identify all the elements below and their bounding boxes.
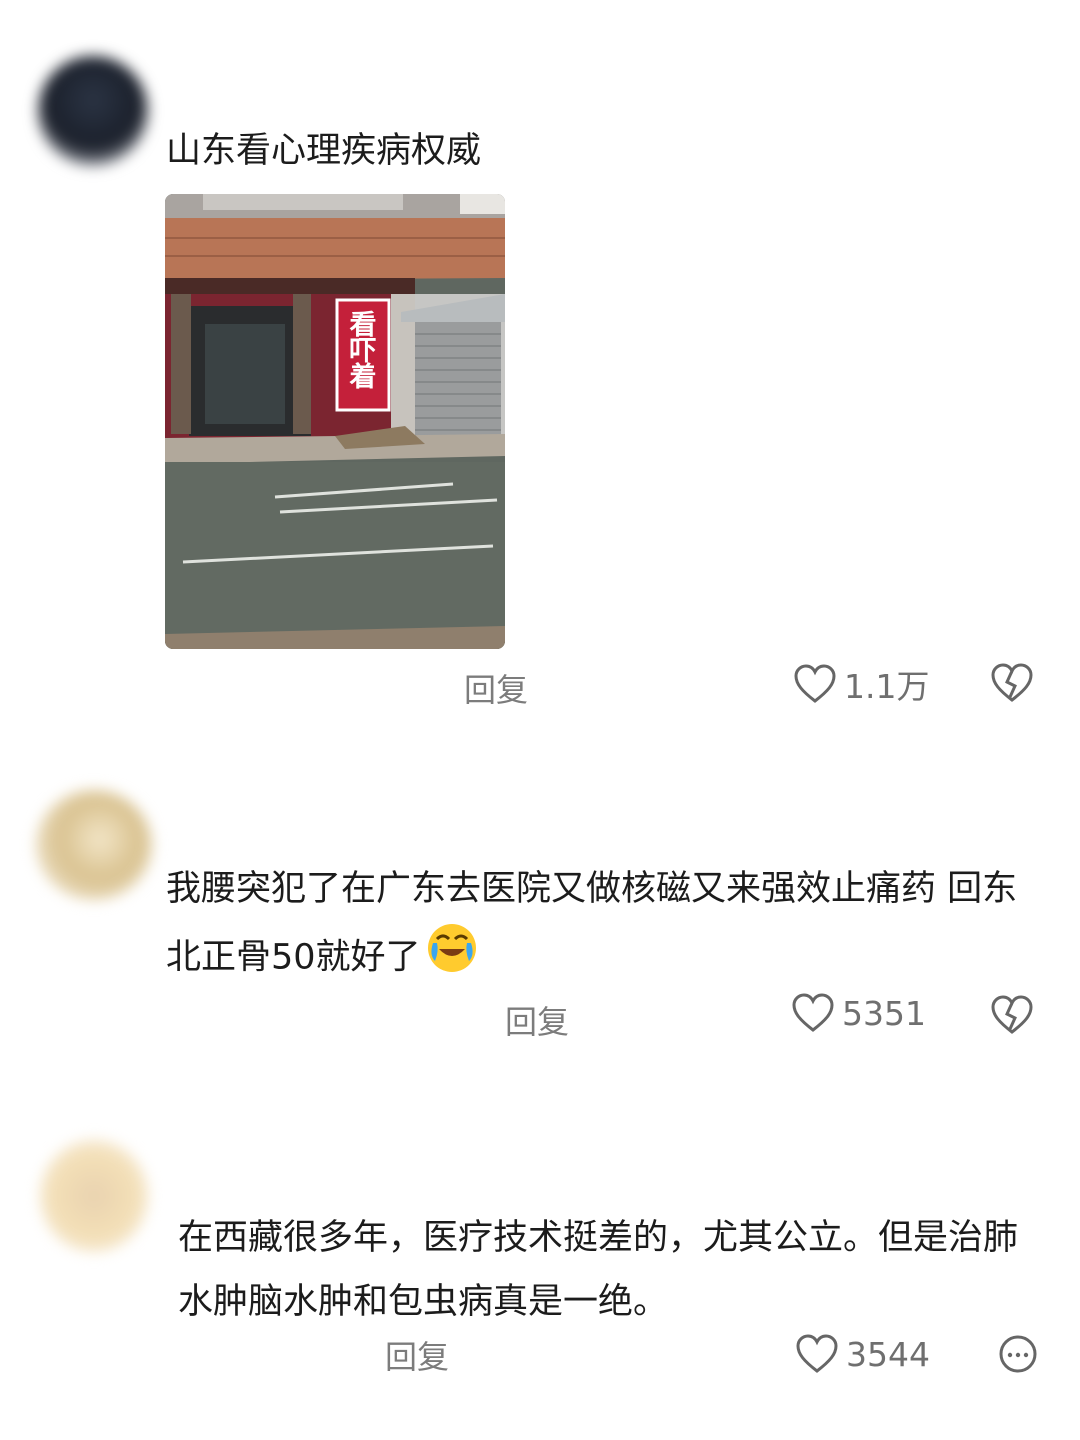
reply-button[interactable]: 回复 [464, 665, 528, 711]
comment-text: 山东看心理疾病权威 [166, 131, 482, 171]
comment-image[interactable]: 看 吓 着 [165, 194, 505, 649]
crying-laughing-emoji [425, 921, 479, 996]
heart-outline-icon [796, 1334, 838, 1373]
svg-text:着: 着 [349, 361, 377, 393]
more-dots-icon [999, 1335, 1037, 1373]
like-count: 5351 [842, 993, 926, 1033]
like-count: 1.1万 [844, 667, 930, 706]
dislike-button[interactable] [990, 994, 1034, 1040]
avatar[interactable] [36, 790, 152, 900]
like-button[interactable]: 5351 [792, 993, 926, 1033]
heart-outline-icon [792, 993, 834, 1032]
broken-heart-icon [991, 995, 1033, 1034]
reply-button[interactable]: 回复 [385, 1332, 449, 1378]
like-button[interactable]: 1.1万 [794, 660, 929, 708]
heart-outline-icon [794, 664, 836, 703]
broken-heart-icon [991, 663, 1033, 702]
dislike-button[interactable] [990, 662, 1034, 708]
comment-text: 我腰突犯了在广东去医院又做核磁又来强效止痛药 回东北正骨50就好了 [166, 857, 1026, 996]
avatar[interactable] [38, 56, 148, 166]
avatar[interactable] [40, 1140, 148, 1252]
reply-button[interactable]: 回复 [505, 997, 569, 1043]
comment-text: 在西藏很多年，医疗技术挺差的，尤其公立。但是治肺水肿脑水肿和包虫病真是一绝。 [178, 1218, 1019, 1322]
like-count: 3544 [846, 1334, 930, 1374]
more-button[interactable] [998, 1334, 1038, 1374]
like-button[interactable]: 3544 [796, 1334, 930, 1374]
